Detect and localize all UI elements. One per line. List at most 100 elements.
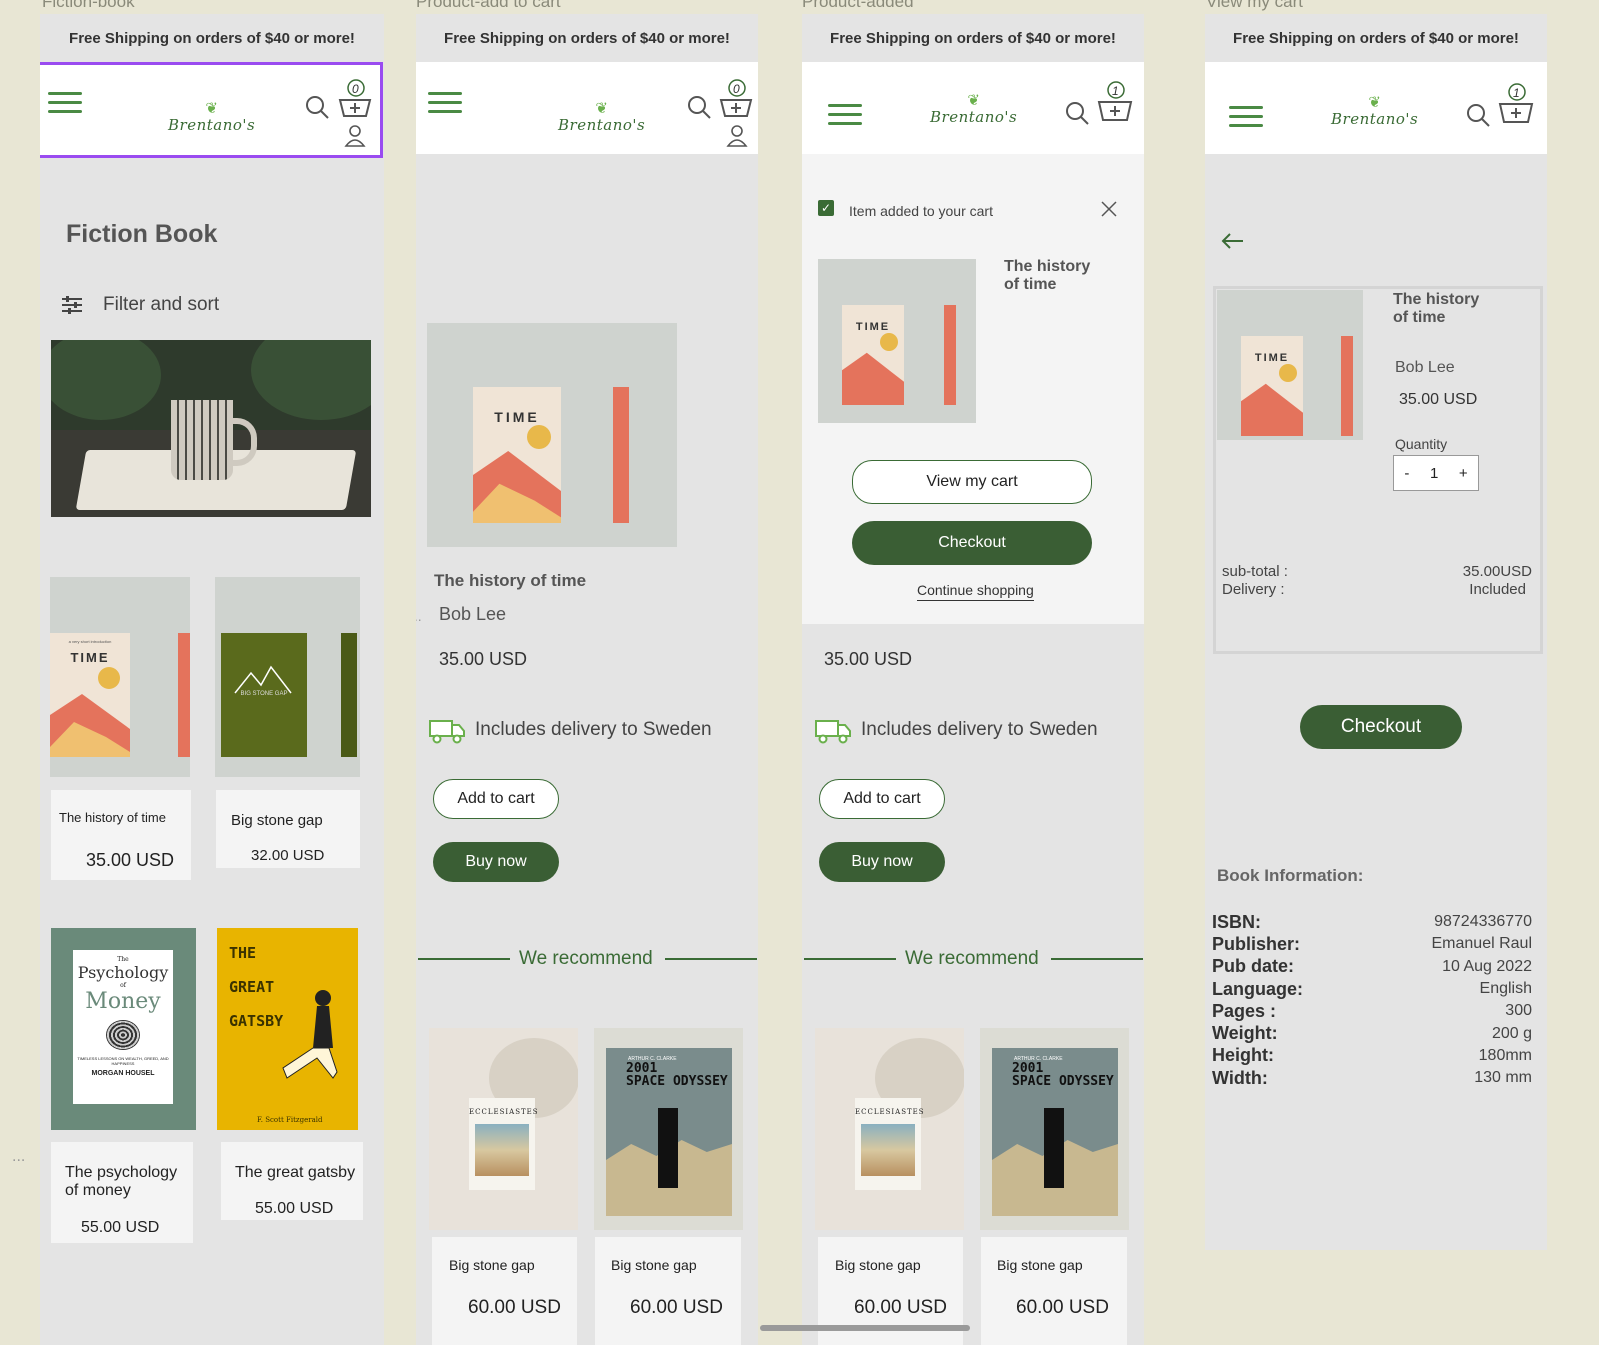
product-card-1[interactable]: The history of time 35.00 USD [51, 790, 191, 880]
brand-logo[interactable]: ❦ Brentano's [168, 101, 255, 135]
book-info-row: Height: 180mm [1212, 1045, 1532, 1067]
product-card-4[interactable]: The great gatsby 55.00 USD [221, 1142, 363, 1220]
hamburger-menu-icon[interactable] [48, 92, 82, 119]
delivery-truck-icon [815, 720, 851, 744]
brand-logo[interactable]: ❦ Brentano's [558, 100, 645, 135]
scrollbar[interactable] [760, 1325, 970, 1331]
product-price: 35.00 USD [824, 649, 913, 669]
leaf-icon: ❦ [595, 100, 608, 117]
recommend-image-space-odyssey[interactable]: ARTHUR C. CLARKE 2001 SPACE ODYSSEY [594, 1028, 743, 1230]
shipping-banner: Free Shipping on orders of $40 or more! [69, 29, 355, 47]
user-icon[interactable] [344, 124, 366, 148]
product-image-big-stone-gap[interactable]: BIG STONE GAP [215, 577, 360, 777]
book-spine [613, 387, 629, 523]
frame-cart: Free Shipping on orders of $40 or more! … [1205, 14, 1547, 1250]
frame-product-added: Free Shipping on orders of $40 or more! … [802, 14, 1144, 1345]
quantity-stepper: - 1 + [1393, 455, 1479, 491]
recommend-heading: We recommend [905, 948, 1039, 969]
product-price: 55.00 USD [81, 1219, 160, 1236]
hamburger-menu-icon[interactable] [828, 104, 862, 131]
product-title: Big stone gap [611, 1257, 697, 1273]
checkout-button[interactable]: Checkout [852, 521, 1092, 565]
svg-text:1: 1 [1513, 86, 1520, 100]
recommend-card-2[interactable]: Big stone gap 60.00 USD [595, 1237, 741, 1345]
site-header: ❦ Brentano's 1 [1205, 62, 1547, 154]
recommend-image-space-odyssey[interactable]: ARTHUR C. CLARKE 2001 SPACE ODYSSEY [980, 1028, 1129, 1230]
product-image-psychology-of-money[interactable]: The Psychology of Money TIMELESS LESSONS… [51, 928, 196, 1130]
book-info-row: ISBN: 98724336770 [1212, 911, 1532, 933]
buy-now-button[interactable]: Buy now [819, 842, 945, 882]
popup-product-title: The history of time [1004, 258, 1091, 293]
continue-shopping-link[interactable]: Continue shopping [917, 582, 1034, 601]
product-price: 60.00 USD [854, 1297, 947, 1318]
book-info-value: 10 Aug 2022 [1442, 957, 1532, 975]
cart-icon[interactable]: 1 [1096, 80, 1134, 126]
frame-title-add: Product-add to cart [416, 0, 561, 11]
book-info-label: Publisher: [1212, 933, 1301, 954]
search-icon[interactable] [1064, 100, 1090, 126]
brand-logo[interactable]: ❦ Brentano's [930, 93, 1017, 127]
book-info-row: Publisher: Emanuel Raul [1212, 933, 1532, 955]
site-header: ❦ Brentano's 0 [416, 62, 758, 154]
book-info-label: ISBN: [1212, 911, 1261, 932]
quantity-decrease-button[interactable]: - [1404, 465, 1409, 482]
hamburger-menu-icon[interactable] [428, 92, 462, 119]
buy-now-button[interactable]: Buy now [433, 842, 559, 882]
search-icon[interactable] [304, 94, 330, 120]
delivery-label: Delivery : [1222, 581, 1285, 598]
checkout-button[interactable]: Checkout [1300, 705, 1462, 749]
subtotal-label: sub-total : [1222, 563, 1288, 580]
delivery-text: Includes delivery to Sweden [475, 719, 712, 740]
search-icon[interactable] [686, 94, 712, 120]
product-card-2[interactable]: Big stone gap 32.00 USD [216, 790, 360, 868]
book-info-label: Pub date: [1212, 956, 1295, 977]
product-image-great-gatsby[interactable]: THE GREAT GATSBY F. Scott Fitzgerald [217, 928, 358, 1130]
cart-item-image: TIME [1217, 290, 1363, 440]
product-price: 55.00 USD [255, 1200, 334, 1217]
ellipsis: ... [416, 608, 422, 624]
book-cover-time: TIME [842, 305, 904, 405]
quantity-increase-button[interactable]: + [1459, 465, 1468, 482]
product-title: Big stone gap [449, 1257, 535, 1273]
user-icon[interactable] [726, 124, 748, 148]
delivery-truck-icon [429, 720, 465, 744]
view-cart-button[interactable]: View my cart [852, 460, 1092, 504]
quantity-value[interactable]: 1 [1430, 465, 1438, 482]
back-arrow-icon[interactable] [1221, 232, 1245, 250]
added-to-cart-popup: ✓ Item added to your cart TIME The histo… [802, 154, 1144, 624]
product-title: Big stone gap [231, 812, 323, 829]
recommend-card-1[interactable]: Big stone gap 60.00 USD [432, 1237, 577, 1345]
page-title: Fiction Book [66, 220, 218, 248]
cart-item-panel: TIME The history of time Bob Lee 35.00 U… [1213, 286, 1543, 654]
cart-icon[interactable]: 0 [337, 78, 373, 122]
site-header: ❦ Brentano's 1 [802, 62, 1144, 154]
cart-icon[interactable]: 1 [1497, 82, 1535, 128]
recommend-image-ecclesiastes[interactable]: ECCLESIASTES [429, 1028, 578, 1230]
book-cover-time: a very short introduction TIME [50, 633, 130, 757]
product-image-history-of-time[interactable]: a very short introduction TIME [50, 577, 190, 777]
cart-icon[interactable]: 0 [718, 78, 754, 122]
book-info-label: Width: [1212, 1067, 1268, 1088]
book-info-value: 200 g [1491, 1024, 1532, 1042]
divider [1051, 958, 1143, 960]
divider [418, 958, 510, 960]
filter-sort-button[interactable]: Filter and sort [60, 294, 219, 316]
book-info-value: 180mm [1478, 1046, 1532, 1064]
hero-image [51, 340, 371, 517]
book-info-label: Height: [1212, 1045, 1274, 1066]
search-icon[interactable] [1465, 102, 1491, 128]
close-icon[interactable] [1100, 200, 1118, 218]
product-title: The psychology of money [65, 1164, 178, 1199]
side-ellipsis: ... [12, 1148, 26, 1165]
book-cover-ecclesiastes: ECCLESIASTES [469, 1098, 538, 1190]
hamburger-menu-icon[interactable] [1229, 106, 1263, 133]
book-info-value: Emanuel Raul [1431, 935, 1533, 953]
cart-item-title: The history of time [1393, 291, 1480, 326]
product-price: 32.00 USD [251, 847, 325, 864]
add-to-cart-button[interactable]: Add to cart [819, 779, 945, 819]
product-card-3[interactable]: The psychology of money 55.00 USD [51, 1142, 193, 1243]
brand-logo[interactable]: ❦ Brentano's [1331, 95, 1418, 129]
recommend-card-2[interactable]: Big stone gap 60.00 USD [981, 1237, 1127, 1345]
add-to-cart-button[interactable]: Add to cart [433, 779, 559, 819]
recommend-image-ecclesiastes[interactable]: ECCLESIASTES [815, 1028, 964, 1230]
